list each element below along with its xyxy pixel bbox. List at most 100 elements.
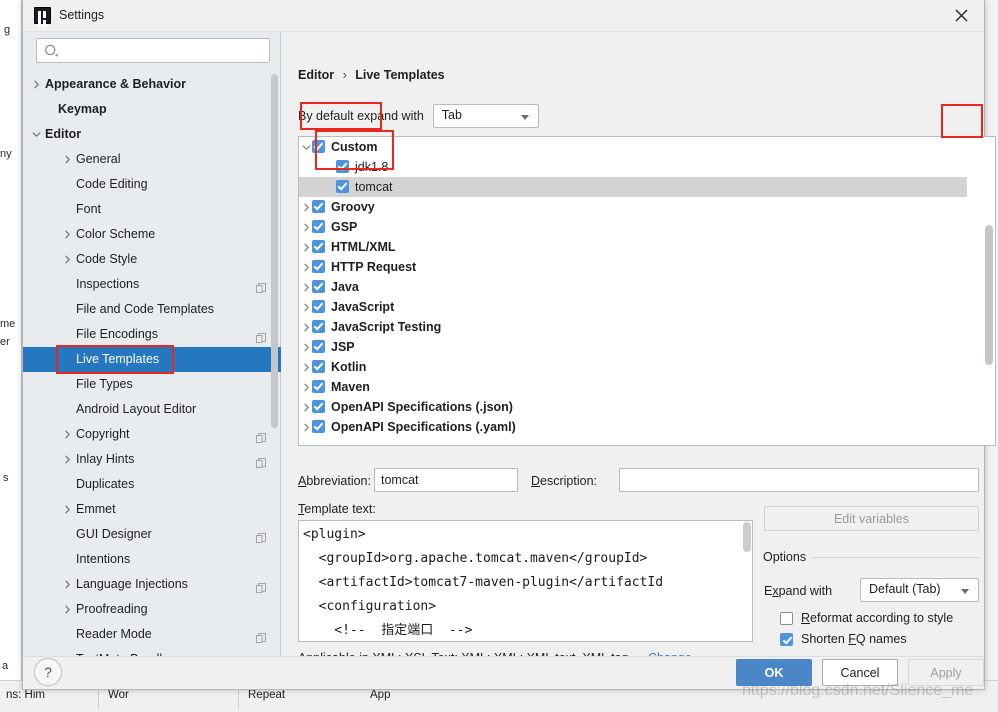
sidebar-scrollbar-thumb[interactable] xyxy=(271,74,278,428)
template-checkbox[interactable] xyxy=(312,340,325,353)
chevron-right-icon[interactable] xyxy=(61,572,73,597)
help-button[interactable]: ? xyxy=(34,658,62,686)
sidebar-item-file-types[interactable]: File Types xyxy=(23,372,281,397)
template-checkbox[interactable] xyxy=(312,380,325,393)
template-row[interactable]: Kotlin xyxy=(299,357,967,377)
chevron-right-icon[interactable] xyxy=(61,247,73,272)
sidebar-item-appearance-behavior[interactable]: Appearance & Behavior xyxy=(23,72,281,97)
template-row[interactable]: JavaScript Testing xyxy=(299,317,967,337)
template-checkbox[interactable] xyxy=(336,180,349,193)
sidebar-scrollbar[interactable] xyxy=(271,74,278,640)
template-text-scrollbar-thumb[interactable] xyxy=(743,522,751,552)
sidebar-item-intentions[interactable]: Intentions xyxy=(23,547,281,572)
sidebar-item-copyright[interactable]: Copyright xyxy=(23,422,281,447)
chevron-right-icon[interactable] xyxy=(61,147,73,172)
template-checkbox[interactable] xyxy=(312,360,325,373)
chevron-right-icon[interactable] xyxy=(299,237,313,257)
shorten-fq-checkbox[interactable] xyxy=(780,633,793,646)
sidebar-item-proofreading[interactable]: Proofreading xyxy=(23,597,281,622)
templates-tree[interactable]: Custom jdk1.8 tomcat Groovy GSP HTML/XML HTTP … xyxy=(299,137,967,445)
options-expand-with-dropdown[interactable]: Default (Tab) xyxy=(860,578,979,602)
sidebar-item-language-injections[interactable]: Language Injections xyxy=(23,572,281,597)
sidebar-item-inlay-hints[interactable]: Inlay Hints xyxy=(23,447,281,472)
chevron-right-icon[interactable] xyxy=(299,297,313,317)
template-checkbox[interactable] xyxy=(312,140,325,153)
template-row[interactable]: Groovy xyxy=(299,197,967,217)
template-row[interactable]: Maven xyxy=(299,377,967,397)
chevron-down-icon[interactable] xyxy=(30,122,42,147)
sidebar-item-editor[interactable]: Editor xyxy=(23,122,281,147)
template-row[interactable]: HTTP Request xyxy=(299,257,967,277)
sidebar-item-inspections[interactable]: Inspections xyxy=(23,272,281,297)
template-row[interactable]: OpenAPI Specifications (.yaml) xyxy=(299,417,967,437)
sidebar-item-file-encodings[interactable]: File Encodings xyxy=(23,322,281,347)
template-row[interactable]: HTML/XML xyxy=(299,237,967,257)
sidebar-item-file-and-code-templates[interactable]: File and Code Templates xyxy=(23,297,281,322)
sidebar-item-reader-mode[interactable]: Reader Mode xyxy=(23,622,281,647)
template-checkbox[interactable] xyxy=(312,300,325,313)
sidebar-item-emmet[interactable]: Emmet xyxy=(23,497,281,522)
chevron-right-icon[interactable] xyxy=(299,357,313,377)
close-icon[interactable] xyxy=(938,0,984,31)
chevron-right-icon[interactable] xyxy=(299,417,313,437)
chevron-right-icon[interactable] xyxy=(299,397,313,417)
template-checkbox[interactable] xyxy=(312,420,325,433)
sidebar-item-keymap[interactable]: Keymap xyxy=(23,97,281,122)
chevron-right-icon[interactable] xyxy=(61,497,73,522)
description-input[interactable] xyxy=(619,468,979,492)
template-text-editor[interactable]: <plugin> <groupId>org.apache.tomcat.mave… xyxy=(298,520,753,642)
template-checkbox[interactable] xyxy=(336,160,349,173)
sidebar-item-general[interactable]: General xyxy=(23,147,281,172)
default-expand-dropdown[interactable]: Tab xyxy=(432,104,539,128)
chevron-right-icon[interactable] xyxy=(61,222,73,247)
template-checkbox[interactable] xyxy=(312,280,325,293)
chevron-right-icon[interactable] xyxy=(299,337,313,357)
sidebar-item-textmate-bundles[interactable]: TextMate Bundles xyxy=(23,647,281,656)
chevron-right-icon[interactable] xyxy=(299,257,313,277)
template-checkbox[interactable] xyxy=(312,240,325,253)
template-checkbox[interactable] xyxy=(312,260,325,273)
chevron-right-icon[interactable] xyxy=(299,277,313,297)
template-row[interactable]: Java xyxy=(299,277,967,297)
templates-scrollbar-thumb[interactable] xyxy=(985,225,993,365)
sidebar-item-color-scheme[interactable]: Color Scheme xyxy=(23,222,281,247)
chevron-right-icon[interactable] xyxy=(61,597,73,622)
template-row[interactable]: Custom xyxy=(299,137,967,157)
template-row[interactable]: JavaScript xyxy=(299,297,967,317)
template-checkbox[interactable] xyxy=(312,400,325,413)
sidebar-item-live-templates[interactable]: Live Templates xyxy=(23,347,281,372)
sidebar-item-duplicates[interactable]: Duplicates xyxy=(23,472,281,497)
template-row[interactable]: GSP xyxy=(299,217,967,237)
template-checkbox[interactable] xyxy=(312,320,325,333)
bg-status-fragment: Wor xyxy=(108,689,129,701)
chevron-right-icon[interactable] xyxy=(299,317,313,337)
chevron-right-icon[interactable] xyxy=(30,72,42,97)
search-box[interactable] xyxy=(36,38,270,63)
sidebar-item-font[interactable]: Font xyxy=(23,197,281,222)
template-row[interactable]: jdk1.8 xyxy=(299,157,967,177)
chevron-down-icon[interactable] xyxy=(299,137,313,157)
bg-fragment: a xyxy=(2,660,9,672)
sidebar-item-code-editing[interactable]: Code Editing xyxy=(23,172,281,197)
chevron-right-icon[interactable] xyxy=(299,197,313,217)
template-checkbox[interactable] xyxy=(312,220,325,233)
abbreviation-input[interactable] xyxy=(374,468,518,492)
template-checkbox[interactable] xyxy=(312,200,325,213)
chevron-right-icon[interactable] xyxy=(299,377,313,397)
sidebar-item-android-layout-editor[interactable]: Android Layout Editor xyxy=(23,397,281,422)
template-row[interactable]: JSP xyxy=(299,337,967,357)
chevron-right-icon[interactable] xyxy=(61,422,73,447)
reformat-checkbox[interactable] xyxy=(780,612,793,625)
template-text-scrollbar[interactable] xyxy=(743,522,751,641)
template-row[interactable]: tomcat xyxy=(299,177,967,197)
sidebar-item-gui-designer[interactable]: GUI Designer xyxy=(23,522,281,547)
chevron-right-icon[interactable] xyxy=(61,447,73,472)
search-input[interactable] xyxy=(67,43,263,59)
templates-scrollbar[interactable] xyxy=(985,139,993,443)
sidebar-item-code-style[interactable]: Code Style xyxy=(23,247,281,272)
edit-variables-button[interactable]: Edit variables xyxy=(764,506,979,531)
settings-category-tree[interactable]: Appearance & Behavior Keymap Editor General… xyxy=(23,72,281,656)
breadcrumb-parent[interactable]: Editor xyxy=(298,68,334,82)
template-row[interactable]: OpenAPI Specifications (.json) xyxy=(299,397,967,417)
chevron-right-icon[interactable] xyxy=(299,217,313,237)
